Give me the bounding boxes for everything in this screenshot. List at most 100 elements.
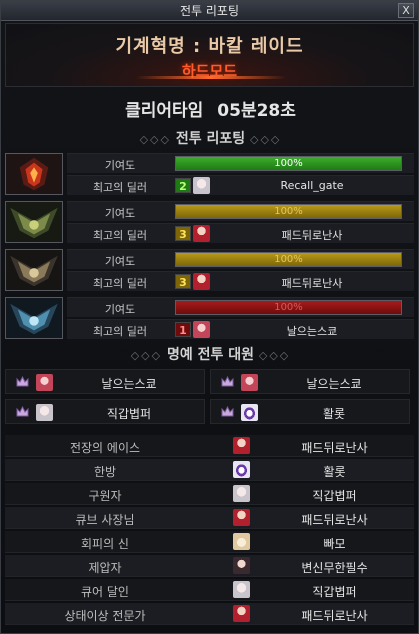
top-dealer-label: 최고의 딜러 <box>92 325 148 338</box>
award-row[interactable]: 큐어 달인 직갑볍퍼 <box>5 579 414 601</box>
top-dealer-name[interactable]: 패드뒤로난사 <box>217 275 407 291</box>
honor-member-name: 날으는스쿄 <box>306 377 362 391</box>
top-dealer-row: 최고의 딜러 1 날으는스쿄 <box>67 319 414 339</box>
contribution-bar: 100% <box>175 156 402 171</box>
right-diamond-deco-icon: ◇◇◇ <box>258 349 291 362</box>
player-row: 기여도 100% 최고의 딜러 3 패드뒤로난사 <box>5 247 414 293</box>
dark-hair-avatar <box>233 557 250 574</box>
ice-wing-emblem-icon <box>5 297 63 339</box>
contribution-percent: 100% <box>274 206 303 217</box>
contribution-label: 기여도 <box>104 159 136 172</box>
contribution-percent: 100% <box>274 158 303 169</box>
award-player: 패드뒤로난사 <box>301 609 368 623</box>
player-row: 기여도 100% 최고의 딜러 1 날으는스쿄 <box>5 295 414 341</box>
top-dealer-label: 최고의 딜러 <box>92 181 148 194</box>
clear-time: 클리어타임 05분28초 <box>1 96 419 121</box>
red-hood-avatar <box>233 605 250 622</box>
award-row[interactable]: 큐브 사장님 패드뒤로난사 <box>5 507 414 529</box>
pink-hair-avatar <box>193 321 210 338</box>
top-dealer-row: 최고의 딜러 3 패드뒤로난사 <box>67 271 414 291</box>
red-hood-avatar <box>233 437 250 454</box>
top-dealer-row: 최고의 딜러 3 패드뒤로난사 <box>67 223 414 243</box>
player-row: 기여도 100% 최고의 딜러 2 Recall_gate <box>5 151 414 197</box>
award-player: 빠모 <box>323 537 346 551</box>
white-hair-avatar <box>36 404 53 421</box>
close-button[interactable]: X <box>398 3 414 18</box>
honor-members-grid: 날으는스쿄 날으는스쿄 직갑볍퍼 활롯 <box>5 369 414 427</box>
award-player: 변신무한필수 <box>301 561 368 575</box>
battle-report-window: 전투 리포팅 X 기계혁명 : 바칼 레이드 하드모드 클리어타임 05분28초 … <box>0 0 419 634</box>
mode-glow-line <box>136 76 286 79</box>
award-title: 상태이상 전문가 <box>64 609 146 623</box>
honor-member[interactable]: 활롯 <box>210 399 410 424</box>
honor-member-name: 직갑볍퍼 <box>106 407 152 421</box>
dealer-rank-badge: 1 <box>175 322 191 337</box>
award-player: 활롯 <box>323 465 346 479</box>
top-dealer-name[interactable]: 패드뒤로난사 <box>217 227 407 243</box>
clear-time-label: 클리어타임 <box>125 101 204 121</box>
top-dealer-label: 최고의 딜러 <box>92 277 148 290</box>
contribution-bar: 100% <box>175 204 402 219</box>
award-row[interactable]: 전장의 에이스 패드뒤로난사 <box>5 435 414 457</box>
award-title: 큐브 사장님 <box>75 513 135 527</box>
raid-name: 기계혁명 : 바칼 레이드 <box>115 36 304 57</box>
contribution-bar: 100% <box>175 300 402 315</box>
title-bar[interactable]: 전투 리포팅 X <box>1 1 418 21</box>
dealer-rank-badge: 3 <box>175 226 191 241</box>
pink-hair-avatar <box>36 374 53 391</box>
award-title: 구원자 <box>88 489 122 503</box>
dealer-rank-badge: 2 <box>175 178 191 193</box>
clear-time-value: 05분28초 <box>217 101 296 121</box>
honor-member[interactable]: 날으는스쿄 <box>210 369 410 394</box>
pink-hair-avatar <box>241 374 258 391</box>
contribution-row: 기여도 100% <box>67 153 414 173</box>
dealer-rank-badge: 3 <box>175 274 191 289</box>
award-row[interactable]: 한방 활롯 <box>5 459 414 481</box>
award-title: 큐어 달인 <box>81 585 129 599</box>
award-player: 패드뒤로난사 <box>301 441 368 455</box>
crown-icon <box>16 406 29 417</box>
contribution-label: 기여도 <box>104 207 136 220</box>
crown-icon <box>221 376 234 387</box>
purple-mask-avatar <box>241 404 258 421</box>
report-section-title: ◇◇◇ 전투 리포팅 ◇◇◇ <box>139 131 282 147</box>
contribution-row: 기여도 100% <box>67 201 414 221</box>
award-player: 직갑볍퍼 <box>312 489 357 503</box>
window-title: 전투 리포팅 <box>179 4 239 18</box>
award-title: 제압자 <box>88 561 122 575</box>
honor-member-name: 날으는스쿄 <box>101 377 157 391</box>
contribution-label: 기여도 <box>104 303 136 316</box>
player-row: 기여도 100% 최고의 딜러 3 패드뒤로난사 <box>5 199 414 245</box>
award-title: 회피의 신 <box>81 537 129 551</box>
award-row[interactable]: 제압자 변신무한필수 <box>5 555 414 577</box>
left-diamond-deco-icon: ◇◇◇ <box>139 133 171 146</box>
purple-mask-avatar <box>233 461 250 478</box>
top-dealer-row: 최고의 딜러 2 Recall_gate <box>67 175 414 195</box>
award-player: 패드뒤로난사 <box>301 513 368 527</box>
green-wing-emblem-icon <box>5 201 63 243</box>
left-diamond-deco-icon: ◇◇◇ <box>130 349 163 362</box>
honor-member[interactable]: 직갑볍퍼 <box>5 399 205 424</box>
contribution-percent: 100% <box>274 254 303 265</box>
top-dealer-label: 최고의 딜러 <box>92 229 148 242</box>
white-hair-avatar <box>233 581 250 598</box>
top-dealer-name[interactable]: Recall_gate <box>217 179 407 192</box>
white-hair-avatar <box>193 177 210 194</box>
contribution-bar: 100% <box>175 252 402 267</box>
award-row[interactable]: 구원자 직갑볍퍼 <box>5 483 414 505</box>
award-player: 직갑볍퍼 <box>312 585 357 599</box>
right-diamond-deco-icon: ◇◇◇ <box>250 133 282 146</box>
contribution-row: 기여도 100% <box>67 297 414 317</box>
crown-icon <box>221 406 234 417</box>
award-row[interactable]: 상태이상 전문가 패드뒤로난사 <box>5 603 414 625</box>
crown-icon <box>16 376 29 387</box>
contribution-row: 기여도 100% <box>67 249 414 269</box>
award-title: 한방 <box>93 465 117 479</box>
honor-member[interactable]: 날으는스쿄 <box>5 369 205 394</box>
dark-wing-emblem-icon <box>5 249 63 291</box>
award-row[interactable]: 회피의 신 빠모 <box>5 531 414 553</box>
raid-header: 기계혁명 : 바칼 레이드 하드모드 <box>5 23 414 87</box>
top-dealer-name[interactable]: 날으는스쿄 <box>217 323 407 339</box>
award-title: 전장의 에이스 <box>69 441 141 455</box>
white-hair-avatar <box>233 485 250 502</box>
